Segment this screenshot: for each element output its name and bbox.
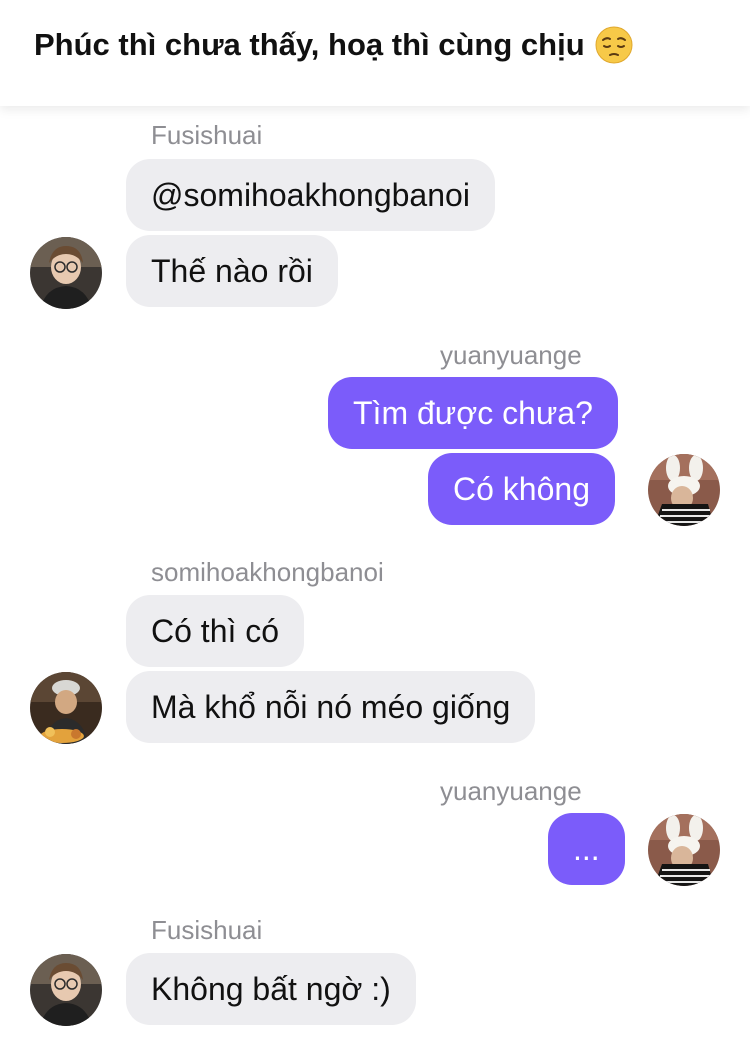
sender-name: yuanyuange bbox=[440, 776, 582, 806]
message-bubble[interactable]: Mà khổ nỗi nó méo giống bbox=[126, 671, 536, 743]
avatar-fusishuai[interactable] bbox=[30, 954, 102, 1026]
avatar-yuanyuange[interactable] bbox=[648, 454, 720, 526]
chat-header: Phúc thì chưa thấy, hoạ thì cùng chịu bbox=[0, 0, 750, 106]
avatar-yuanyuange[interactable] bbox=[648, 814, 720, 886]
chat-title-text: Phúc thì chưa thấy, hoạ thì cùng chịu bbox=[34, 27, 585, 62]
sender-name: yuanyuange bbox=[440, 340, 582, 370]
pensive-face-emoji-icon bbox=[595, 26, 633, 64]
sender-name: Fusishuai bbox=[151, 120, 263, 150]
sender-name: Fusishuai bbox=[151, 915, 263, 945]
sender-name: somihoakhongbanoi bbox=[151, 557, 384, 587]
message-thread[interactable]: Fusishuai @somihoakhongbanoi Thế nào rồi… bbox=[0, 106, 750, 1042]
message-bubble[interactable]: Có thì có bbox=[126, 595, 305, 667]
avatar-somihoakhongbanoi[interactable] bbox=[30, 672, 102, 744]
chat-title: Phúc thì chưa thấy, hoạ thì cùng chịu bbox=[34, 26, 633, 64]
message-bubble[interactable]: Có không bbox=[428, 453, 615, 525]
avatar-fusishuai[interactable] bbox=[30, 237, 102, 309]
message-bubble[interactable]: Không bất ngờ :) bbox=[126, 953, 416, 1025]
message-bubble[interactable]: Thế nào rồi bbox=[126, 235, 338, 307]
message-bubble[interactable]: Tìm được chưa? bbox=[328, 377, 618, 449]
message-bubble[interactable]: ... bbox=[548, 813, 625, 885]
message-bubble[interactable]: @somihoakhongbanoi bbox=[126, 159, 495, 231]
